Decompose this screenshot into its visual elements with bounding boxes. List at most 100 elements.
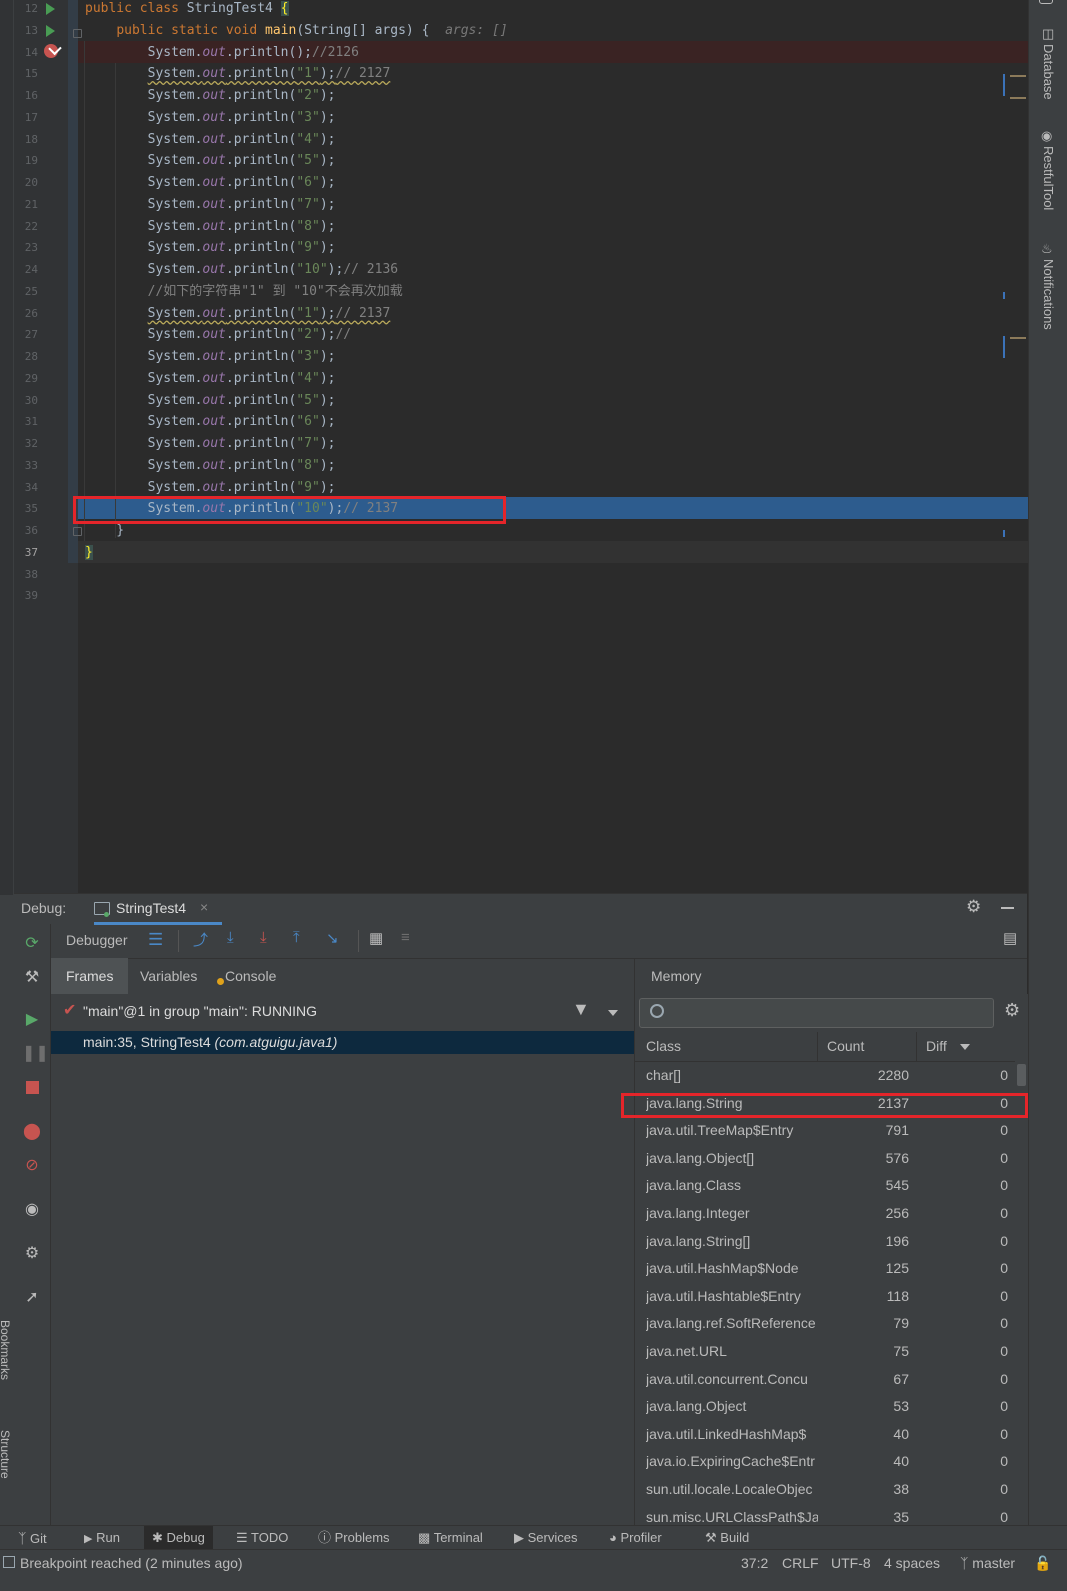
tab-restfultool[interactable]: ◉ RestfulTool <box>1029 128 1067 218</box>
pin-icon[interactable]: ➚ <box>22 1288 42 1308</box>
tool-debug[interactable]: ✱ Debug <box>144 1526 213 1550</box>
column-class[interactable]: Class <box>646 1038 681 1054</box>
toggle-tool-windows-icon[interactable] <box>3 1556 15 1568</box>
code-line[interactable] <box>85 585 1026 607</box>
table-row[interactable]: java.net.URL 75 0 <box>635 1338 1013 1366</box>
editor-gutter[interactable] <box>0 0 78 900</box>
tool-terminal[interactable]: ▩ Terminal <box>418 1526 483 1550</box>
memory-settings-icon[interactable]: ⚙ <box>1004 1000 1020 1021</box>
tool-run[interactable]: ▶ Run <box>84 1526 120 1550</box>
table-row[interactable]: char[] 2280 0 <box>635 1062 1013 1090</box>
fold-icon[interactable] <box>73 527 82 536</box>
code-line[interactable]: System.out.println("3"); <box>85 107 1026 129</box>
table-row[interactable]: java.util.concurrent.Concu 67 0 <box>635 1366 1013 1394</box>
tool-git[interactable]: ᛉ Git <box>18 1526 47 1550</box>
mute-breakpoints-icon[interactable]: ⊘ <box>22 1156 42 1176</box>
tool-profiler[interactable]: ◕ Profiler <box>609 1526 662 1550</box>
code-line[interactable]: System.out.println("3"); <box>85 346 1026 368</box>
layout-icon[interactable]: ▤ <box>1003 929 1017 947</box>
breakpoint-icon[interactable] <box>44 41 62 58</box>
code-line[interactable]: System.out.println("4"); <box>85 368 1026 390</box>
tab-variables[interactable]: Variables <box>140 968 197 984</box>
rerun-icon[interactable]: ⟳ <box>22 934 42 954</box>
code-line[interactable]: //如下的字符串"1" 到 "10"不会再次加载 <box>85 281 1026 303</box>
code-line[interactable]: System.out.println("8"); <box>85 216 1026 238</box>
trace-icon[interactable]: ≡ <box>401 929 410 946</box>
search-input[interactable] <box>670 1003 984 1023</box>
code-line[interactable]: System.out.println("2"); <box>85 85 1026 107</box>
code-line[interactable]: public static void main(String[] args) {… <box>85 20 1026 42</box>
code-editor[interactable]: 12 public class StringTest4 {13 public st… <box>0 0 1042 900</box>
wrench-icon[interactable]: ⚒ <box>22 968 42 988</box>
step-over-icon[interactable]: ⤴ <box>193 929 208 950</box>
code-line[interactable]: System.out.println("6"); <box>85 411 1026 433</box>
resume-icon[interactable]: ▶ <box>22 1010 42 1030</box>
force-step-into-icon[interactable]: ⤓ <box>260 929 267 946</box>
table-row[interactable]: java.lang.Object[] 576 0 <box>635 1145 1013 1173</box>
code-line[interactable]: System.out.println("4"); <box>85 129 1026 151</box>
code-line[interactable]: System.out.println("2");// <box>85 324 1026 346</box>
tool-icon[interactable] <box>1039 0 1053 4</box>
table-row[interactable]: java.util.LinkedHashMap$ 40 0 <box>635 1421 1013 1449</box>
scrollbar-track[interactable] <box>1015 1062 1028 1529</box>
camera-icon[interactable]: ◉ <box>22 1200 42 1220</box>
tool-todo[interactable]: ☰ TODO <box>236 1526 288 1550</box>
line-separator[interactable]: CRLF <box>782 1552 819 1574</box>
evaluate-expression-icon[interactable]: ▦ <box>369 929 383 947</box>
code-line[interactable]: public class StringTest4 { <box>85 0 1026 20</box>
tab-console[interactable]: Console <box>225 968 276 984</box>
debugger-tab[interactable]: Debugger <box>66 932 128 948</box>
tool-services[interactable]: ▶ Services <box>514 1526 577 1550</box>
code-line[interactable]: System.out.println("5"); <box>85 390 1026 412</box>
code-line[interactable]: System.out.println("1");// 2137 <box>85 303 1026 325</box>
code-line[interactable]: System.out.println("5"); <box>85 150 1026 172</box>
column-count[interactable]: Count <box>827 1038 864 1054</box>
lock-icon[interactable]: 🔓 <box>1034 1552 1051 1574</box>
stop-icon[interactable] <box>22 1078 42 1098</box>
thread-selector[interactable]: ✔ "main"@1 in group "main": RUNNING ▼ <box>51 994 634 1030</box>
minimize-icon[interactable] <box>1001 907 1014 909</box>
scrollbar-thumb[interactable] <box>1017 1064 1026 1086</box>
fold-icon[interactable] <box>73 29 82 38</box>
file-encoding[interactable]: UTF-8 <box>831 1552 871 1574</box>
caret-position[interactable]: 37:2 <box>741 1552 768 1574</box>
tab-database[interactable]: ◫ Database <box>1029 26 1067 106</box>
tab-notifications[interactable]: ♨ Notifications <box>1029 241 1067 341</box>
tool-problems[interactable]: ⓘ Problems <box>318 1526 390 1550</box>
table-row[interactable]: java.util.Hashtable$Entry 118 0 <box>635 1283 1013 1311</box>
memory-search-field[interactable] <box>639 998 994 1028</box>
table-row[interactable]: java.lang.String[] 196 0 <box>635 1228 1013 1256</box>
show-execution-point-icon[interactable]: ☰ <box>148 930 163 950</box>
code-line[interactable]: System.out.println("8"); <box>85 455 1026 477</box>
table-row[interactable]: java.util.TreeMap$Entry 791 0 <box>635 1117 1013 1145</box>
step-into-icon[interactable]: ⤓ <box>227 929 234 946</box>
gear-icon[interactable]: ⚙ <box>966 897 981 917</box>
code-line[interactable]: System.out.println("9"); <box>85 237 1026 259</box>
code-line[interactable]: System.out.println("10");// 2136 <box>85 259 1026 281</box>
table-row[interactable]: java.lang.Object 53 0 <box>635 1393 1013 1421</box>
code-line[interactable]: System.out.println();//2126 <box>85 42 1026 64</box>
pause-icon[interactable]: ❚❚ <box>22 1044 49 1064</box>
code-line[interactable] <box>85 564 1026 586</box>
session-tab[interactable]: StringTest4 × <box>94 899 224 925</box>
table-row[interactable]: java.lang.ref.SoftReference 79 0 <box>635 1310 1013 1338</box>
tab-frames[interactable]: Frames <box>51 958 128 994</box>
status-message[interactable]: Breakpoint reached (2 minutes ago) <box>20 1552 243 1574</box>
chevron-down-icon[interactable] <box>608 1010 618 1016</box>
filter-icon[interactable]: ▼ <box>572 999 590 1020</box>
close-icon[interactable]: × <box>200 899 208 915</box>
table-row[interactable]: java.lang.Class 545 0 <box>635 1172 1013 1200</box>
table-row[interactable]: sun.util.locale.LocaleObjec 38 0 <box>635 1476 1013 1504</box>
indent-setting[interactable]: 4 spaces <box>884 1552 940 1574</box>
column-diff[interactable]: Diff <box>926 1038 947 1054</box>
code-line[interactable]: } <box>85 542 1026 564</box>
run-class-icon[interactable] <box>46 3 55 15</box>
code-line[interactable]: System.out.println("6"); <box>85 172 1026 194</box>
tool-build[interactable]: ⚒ Build <box>705 1526 749 1550</box>
view-breakpoints-icon[interactable]: ⬤ <box>22 1122 42 1142</box>
step-out-icon[interactable]: ⤒ <box>293 929 300 946</box>
run-main-icon[interactable] <box>46 25 55 37</box>
settings-icon[interactable]: ⚙ <box>22 1244 42 1264</box>
run-to-cursor-icon[interactable]: ↘ <box>326 929 339 947</box>
vcs-branch[interactable]: ᛉ master <box>960 1552 1015 1574</box>
